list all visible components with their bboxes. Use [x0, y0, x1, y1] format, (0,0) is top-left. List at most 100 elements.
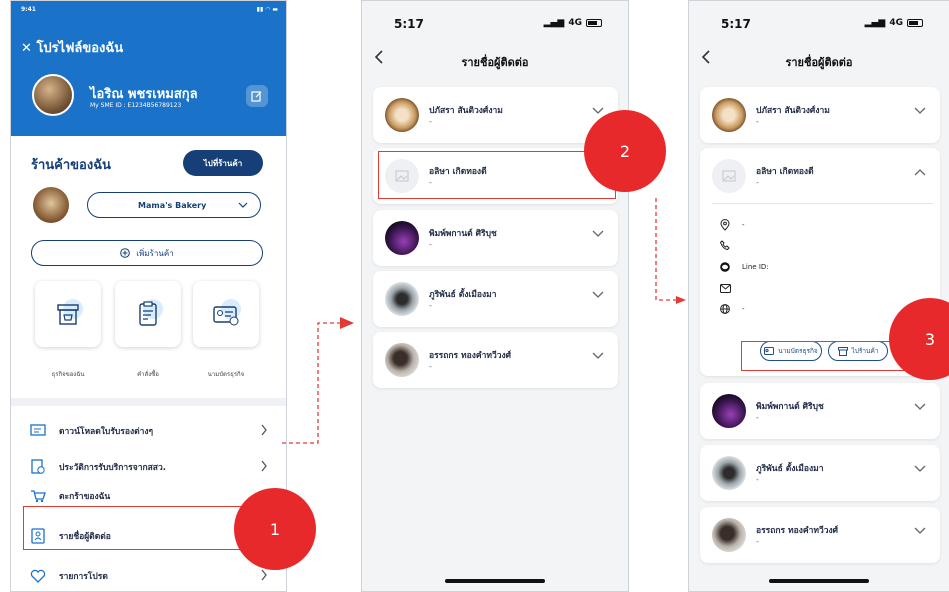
image-placeholder-icon — [722, 170, 736, 182]
edit-icon — [251, 91, 262, 102]
step-badge-2: 2 — [584, 110, 666, 192]
menu-item-label: ประวัติการรับบริการจากสสว. — [59, 463, 166, 473]
globe-icon — [720, 304, 730, 314]
contact-card[interactable]: อรรถกร ทองคำทวีวงศ์ - — [373, 332, 618, 388]
menu-item-download-certificates[interactable]: ดาวน์โหลดใบรับรองต่างๆ — [11, 413, 286, 449]
chevron-down-icon — [592, 291, 604, 298]
edit-profile-button[interactable] — [246, 85, 268, 107]
profile-header: 9:41 ▮▮ ◠ ▬ ✕ โปรไฟล์ของฉัน ไอริณ พชรเหม… — [11, 1, 286, 136]
contact-card[interactable]: ปภัสรา สันติวงศ์งาม - — [373, 87, 618, 143]
plus-circle-icon — [120, 248, 131, 258]
chevron-right-icon — [261, 460, 267, 472]
line-label: Line ID: — [742, 263, 769, 271]
shop-icon — [57, 299, 83, 325]
divider — [11, 398, 286, 406]
tile-label: คำสั่งซื้อ — [137, 371, 159, 378]
network-label: 4G — [568, 18, 582, 28]
shop-avatar — [33, 187, 69, 223]
menu-item-favorites[interactable]: รายการโปรด — [11, 558, 286, 591]
shop-section-title: ร้านค้าของฉัน — [31, 158, 111, 173]
contact-card[interactable]: พิมพ์พกานต์ ศิริบุช - — [700, 383, 940, 439]
tile-business-card[interactable] — [193, 281, 259, 347]
contact-desc: - — [756, 117, 759, 126]
page-title: รายชื่อผู้ติดต่อ — [785, 56, 853, 69]
divider — [712, 203, 933, 204]
battery-icon — [907, 19, 923, 27]
arrow-step1-to-step2 — [282, 322, 340, 444]
chevron-down-icon — [592, 230, 604, 237]
tile-orders[interactable] — [115, 281, 181, 347]
arrow-step2-to-step3 — [655, 198, 676, 301]
chevron-down-icon — [592, 107, 604, 114]
page-title: รายชื่อผู้ติดต่อ — [461, 56, 529, 69]
chevron-down-icon — [914, 107, 926, 114]
chevron-down-icon — [238, 202, 248, 208]
home-indicator — [445, 579, 545, 583]
chevron-up-icon — [914, 169, 926, 176]
home-indicator — [769, 579, 869, 583]
contact-name: ภูริพันธ์ ตั้งเมืองมา — [756, 464, 824, 474]
contact-card[interactable]: อรรถกร ทองคำทวีวงศ์ - — [700, 507, 940, 563]
highlight-box — [378, 151, 616, 199]
shop-select-value: Mama's Bakery — [138, 200, 207, 210]
tile-my-business[interactable] — [35, 281, 101, 347]
chevron-down-icon — [592, 352, 604, 359]
contact-name: อรรถกร ทองคำทวีวงศ์ — [756, 526, 839, 536]
contact-desc: - — [756, 178, 759, 187]
go-shop-button[interactable]: ไปที่ร้านค้า — [183, 150, 263, 176]
tile-label: นามบัตรธุรกิจ — [207, 371, 245, 378]
contact-name: ปภัสรา สันติวงศ์งาม — [756, 106, 830, 116]
detail-phone[interactable] — [720, 240, 730, 250]
add-shop-label: เพิ่มร้านค้า — [136, 248, 174, 258]
contact-name: พิมพ์พกานต์ ศิริบุช — [429, 229, 497, 239]
tile-label: ธุรกิจของฉัน — [51, 371, 85, 378]
step-badge-1: 1 — [234, 488, 316, 570]
contact-avatar — [712, 159, 746, 193]
contact-name: อรรถกร ทองคำทวีวงศ์ — [429, 351, 512, 361]
contact-name: ปภัสรา สันติวงศ์งาม — [429, 106, 503, 116]
contact-avatar — [385, 282, 419, 316]
contact-card[interactable]: ปภัสรา สันติวงศ์งาม - — [700, 87, 940, 143]
status-icons: ▂▄▆ 4G — [544, 18, 602, 28]
status-icons: ▮▮ ◠ ▬ — [256, 6, 278, 13]
history-icon — [31, 459, 45, 474]
heart-icon — [30, 569, 46, 583]
cart-icon — [31, 490, 46, 503]
contact-card[interactable]: ภูริพันธ์ ตั้งเมืองมา - — [700, 445, 940, 501]
contact-desc: - — [429, 117, 432, 126]
website-value: - — [742, 305, 745, 313]
contact-avatar — [712, 394, 746, 428]
line-icon — [720, 262, 730, 272]
phone-icon — [720, 240, 730, 250]
sme-id: My SME ID : E1234B56789123 — [90, 102, 182, 109]
contact-desc: - — [429, 240, 432, 249]
contact-desc: - — [429, 362, 432, 371]
mail-icon — [720, 284, 731, 293]
detail-email[interactable] — [720, 284, 731, 293]
menu-item-label: รายการโปรด — [59, 572, 108, 582]
contact-detail-screen: 5:17 ▂▄▆ 4G รายชื่อผู้ติดต่อ ปภัสรา สันติ… — [688, 0, 949, 592]
status-time: 9:41 — [21, 6, 36, 13]
avatar[interactable] — [32, 74, 74, 116]
profile-logo-icon: ✕ — [21, 41, 32, 56]
location-pin-icon — [720, 219, 730, 231]
chevron-down-icon — [914, 465, 926, 472]
shop-select[interactable]: Mama's Bakery — [87, 192, 261, 218]
download-certificate-icon — [30, 424, 46, 436]
network-label: 4G — [889, 18, 903, 28]
user-name: ไอริณ พชรเหมสกุล — [90, 87, 198, 102]
battery-icon — [586, 19, 602, 27]
status-icons: ▂▄▆ 4G — [865, 18, 923, 28]
menu-item-label: ดาวน์โหลดใบรับรองต่างๆ — [59, 427, 154, 437]
page-title: ✕ โปรไฟล์ของฉัน — [21, 41, 124, 56]
contact-card[interactable]: พิมพ์พกานต์ ศิริบุช - — [373, 210, 618, 266]
signal-icon: ▂▄▆ — [864, 18, 886, 28]
detail-website[interactable]: - — [720, 304, 745, 314]
arrowhead — [676, 296, 686, 304]
status-time: 5:17 — [721, 17, 751, 31]
contact-desc: - — [756, 475, 759, 484]
add-shop-button[interactable]: เพิ่มร้านค้า — [31, 240, 263, 266]
contact-avatar — [385, 98, 419, 132]
contact-card[interactable]: ภูริพันธ์ ตั้งเมืองมา - — [373, 271, 618, 327]
contact-avatar — [712, 456, 746, 490]
